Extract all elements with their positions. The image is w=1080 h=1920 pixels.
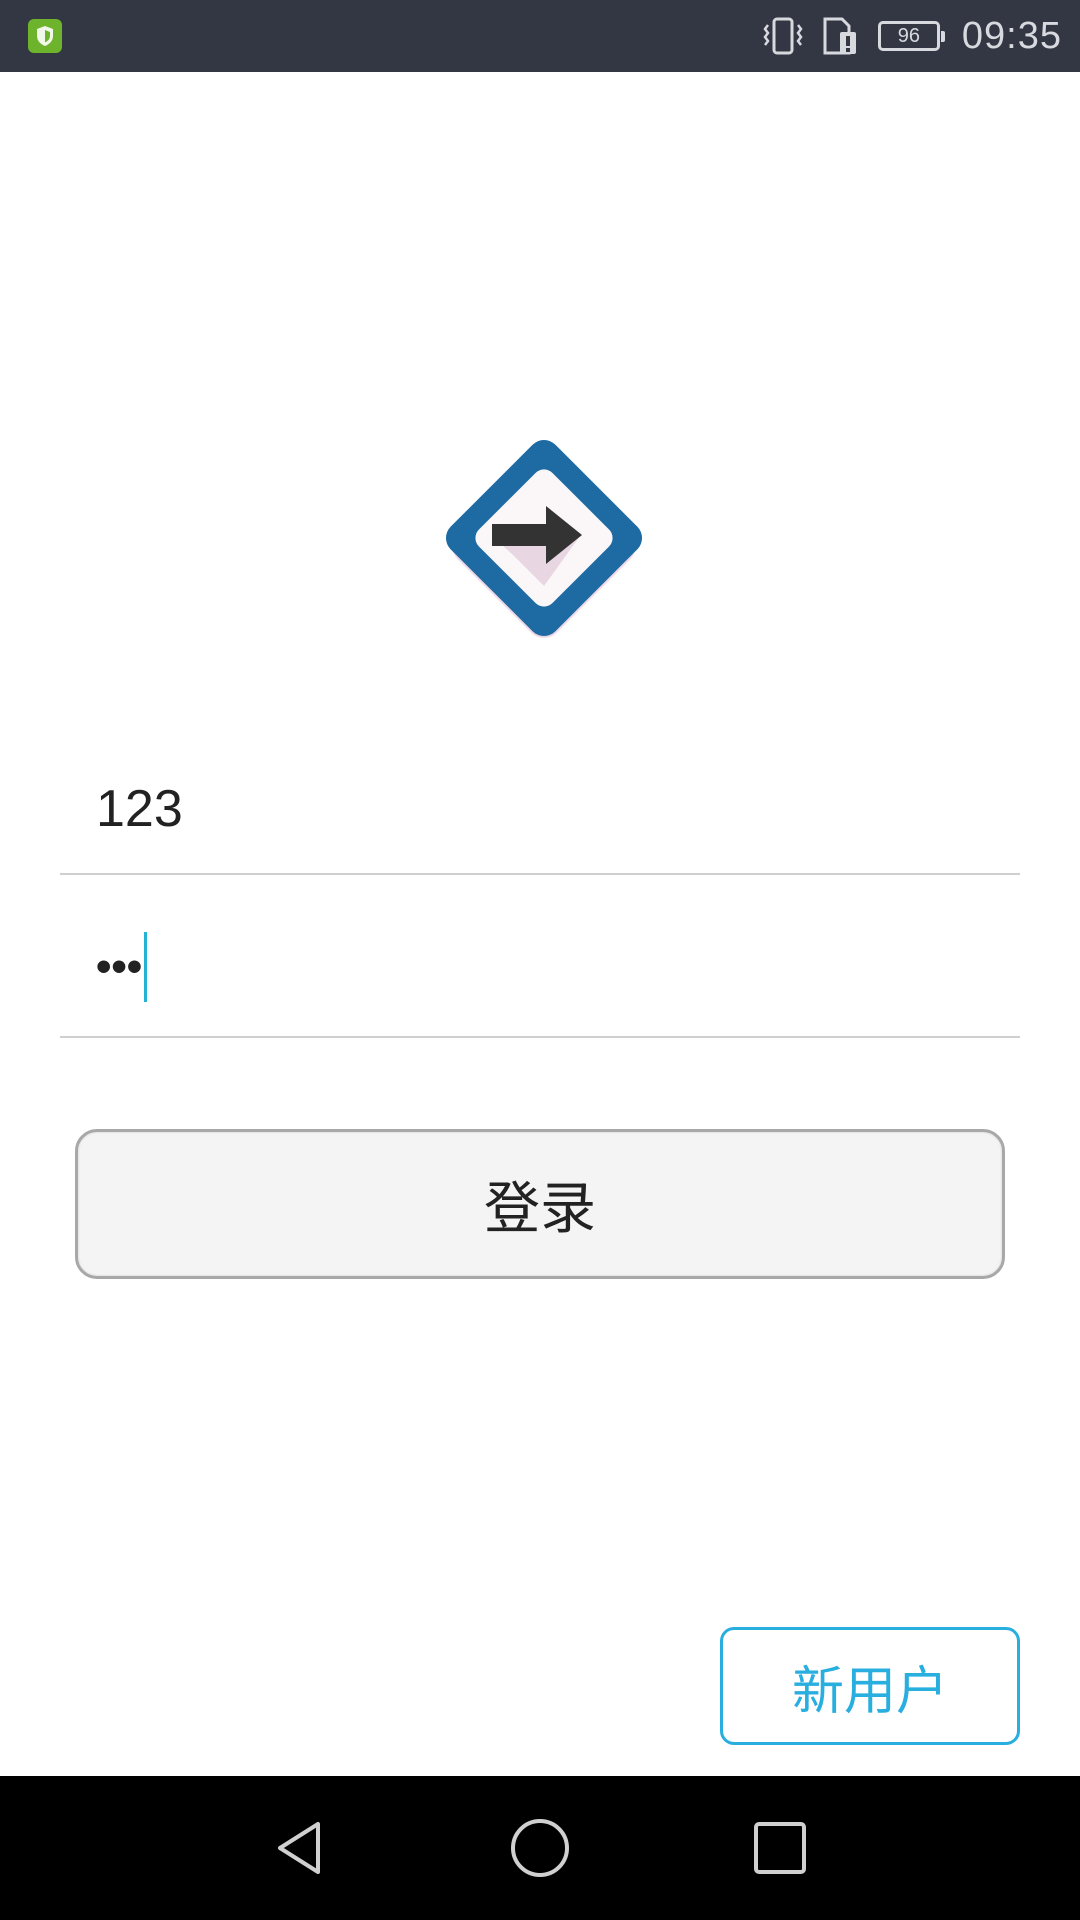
recent-apps-icon[interactable] [720, 1776, 840, 1920]
status-icons: 96 09:35 [762, 0, 1062, 72]
new-user-button[interactable]: 新用户 [720, 1627, 1020, 1745]
vibrate-icon [762, 17, 804, 55]
username-field[interactable]: 123 [60, 765, 1020, 875]
status-bar: 96 09:35 [0, 0, 1080, 72]
shield-app-icon [28, 19, 62, 53]
navigation-bar [0, 1776, 1080, 1920]
arrow-right-diamond-logo [416, 410, 672, 666]
login-button[interactable]: 登录 [75, 1129, 1005, 1279]
battery-indicator: 96 [877, 21, 945, 51]
back-icon[interactable] [240, 1776, 360, 1920]
password-value: ••• [96, 932, 148, 1002]
login-screen: 96 09:35 123 ••• 登录 新用户 [0, 0, 1080, 1920]
sim-card-icon [822, 16, 860, 56]
password-mask: ••• [96, 942, 143, 991]
username-value: 123 [96, 780, 183, 838]
text-caret [144, 932, 148, 1002]
password-field[interactable]: ••• [60, 928, 1020, 1038]
status-clock: 09:35 [961, 14, 1062, 57]
home-icon[interactable] [480, 1776, 600, 1920]
